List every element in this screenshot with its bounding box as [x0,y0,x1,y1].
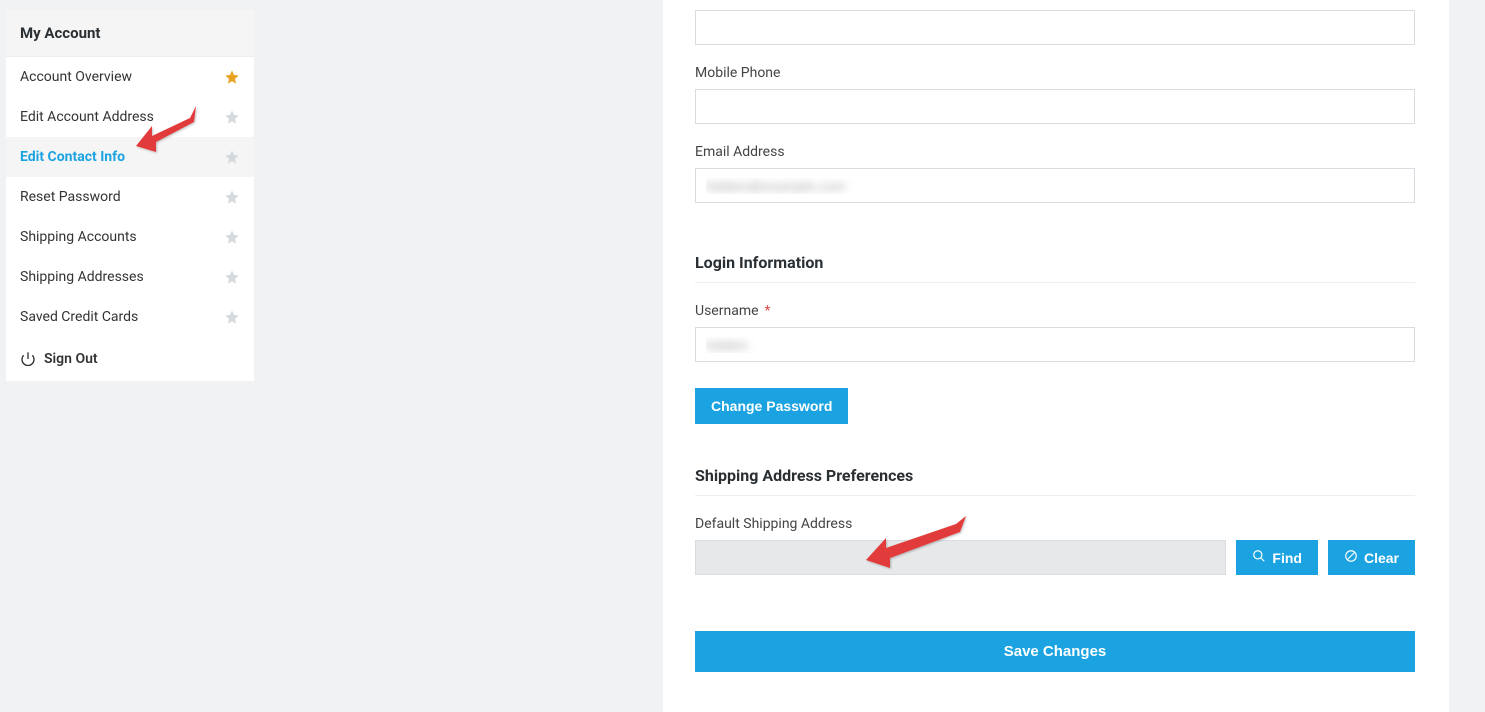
power-icon [20,351,36,367]
star-icon[interactable] [224,189,240,205]
sidebar-item-saved-credit-cards[interactable]: Saved Credit Cards [6,297,254,337]
star-icon[interactable] [224,149,240,165]
sidebar-item-label: Reset Password [20,189,224,205]
sidebar-item-shipping-accounts[interactable]: Shipping Accounts [6,217,254,257]
sidebar-item-edit-contact-info[interactable]: Edit Contact Info [6,137,254,177]
sidebar: My Account Account Overview Edit Account… [6,10,254,381]
save-changes-button[interactable]: Save Changes [695,631,1415,672]
mobile-phone-input[interactable] [695,89,1415,124]
default-shipping-label: Default Shipping Address [695,516,1419,532]
sidebar-item-label: Shipping Addresses [20,269,224,285]
sidebar-item-label: Edit Account Address [20,109,224,125]
sidebar-item-reset-password[interactable]: Reset Password [6,177,254,217]
star-icon[interactable] [224,109,240,125]
find-button[interactable]: Find [1236,540,1318,575]
sidebar-item-shipping-addresses[interactable]: Shipping Addresses [6,257,254,297]
login-information-heading: Login Information [695,253,1415,283]
sidebar-item-edit-account-address[interactable]: Edit Account Address [6,97,254,137]
sidebar-title: My Account [6,10,254,57]
sign-out-label: Sign Out [44,351,98,367]
default-shipping-input[interactable] [695,540,1226,575]
star-icon[interactable] [224,229,240,245]
sidebar-item-account-overview[interactable]: Account Overview [6,57,254,97]
email-address-label: Email Address [695,144,1419,160]
star-icon[interactable] [224,269,240,285]
search-icon [1252,549,1266,566]
email-address-input[interactable] [695,168,1415,203]
username-label: Username* [695,303,1419,319]
sidebar-item-label: Shipping Accounts [20,229,224,245]
clear-button[interactable]: Clear [1328,540,1415,575]
star-icon[interactable] [224,309,240,325]
main-form-panel: Mobile Phone Email Address Login Informa… [663,0,1449,712]
sidebar-item-label: Saved Credit Cards [20,309,224,325]
sidebar-item-label: Account Overview [20,69,224,85]
sidebar-item-label: Edit Contact Info [20,149,224,165]
cancel-icon [1344,549,1358,566]
top-field-input[interactable] [695,10,1415,45]
mobile-phone-label: Mobile Phone [695,65,1419,81]
sign-out-link[interactable]: Sign Out [6,337,254,381]
username-input[interactable] [695,327,1415,362]
change-password-button[interactable]: Change Password [695,388,848,424]
shipping-prefs-heading: Shipping Address Preferences [695,466,1415,496]
star-icon[interactable] [224,69,240,85]
